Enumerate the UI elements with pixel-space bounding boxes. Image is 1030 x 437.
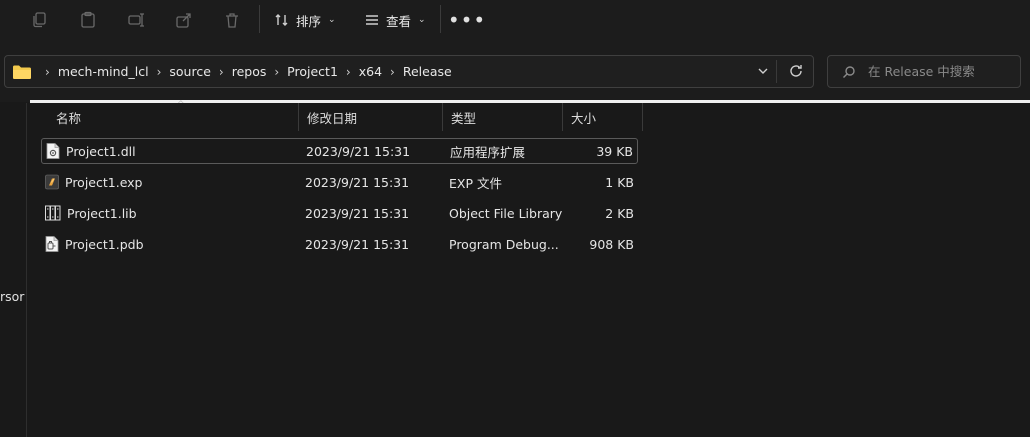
toolbar-divider [440, 5, 441, 33]
search-box[interactable] [827, 55, 1021, 88]
address-row: › mech-mind_lcl › source › repos › Proje… [0, 44, 1030, 102]
file-name-cell: Project1.lib [45, 200, 137, 226]
search-icon [843, 65, 855, 78]
chevron-down-icon: ⌄ [418, 15, 426, 25]
sort-icon [275, 14, 288, 26]
breadcrumb-item[interactable]: source [169, 64, 211, 79]
file-size: 2 KB [605, 205, 634, 221]
table-row[interactable]: Project1.exp 2023/9/21 15:31 EXP 文件 1 KB [41, 169, 638, 195]
view-icon [366, 15, 378, 25]
navigation-pane[interactable]: rsor [0, 103, 27, 437]
nav-item-partial[interactable]: rsor [0, 289, 24, 304]
delete-icon[interactable] [217, 6, 247, 34]
command-bar: 排序 ⌄ 查看 ⌄ ••• [0, 0, 1030, 44]
file-type: Object File Library [449, 205, 563, 221]
file-name-cell: Project1.pdb [45, 231, 144, 257]
paste-icon[interactable] [73, 6, 103, 34]
exp-file-icon [45, 174, 59, 190]
search-input[interactable] [866, 63, 1020, 80]
table-row[interactable]: Project1.pdb 2023/9/21 15:31 Program Deb… [41, 231, 638, 257]
copy-icon[interactable] [25, 6, 55, 34]
column-header-name[interactable]: 名称 ^ [47, 100, 298, 131]
chevron-right-icon[interactable]: › [274, 65, 279, 79]
file-type: EXP 文件 [449, 175, 502, 191]
column-header-size[interactable]: 大小 [562, 103, 642, 131]
address-divider [776, 60, 777, 83]
chevron-right-icon[interactable]: › [346, 65, 351, 79]
sort-button[interactable]: 排序 ⌄ [274, 6, 336, 34]
column-header-date-label: 修改日期 [307, 110, 358, 126]
address-bar[interactable]: › mech-mind_lcl › source › repos › Proje… [4, 55, 814, 88]
share-icon[interactable] [169, 6, 199, 34]
file-name: Project1.exp [65, 174, 143, 190]
chevron-right-icon[interactable]: › [390, 65, 395, 79]
column-header-name-label: 名称 [56, 110, 82, 126]
file-name: Project1.pdb [65, 236, 144, 252]
breadcrumb-item[interactable]: x64 [359, 64, 382, 79]
recent-locations-chevron-icon[interactable] [755, 63, 773, 81]
breadcrumb-item[interactable]: Project1 [287, 64, 338, 79]
file-date: 2023/9/21 15:31 [305, 205, 410, 221]
file-name-cell: Project1.dll [46, 139, 136, 163]
file-size: 39 KB [596, 143, 633, 159]
dll-file-icon [46, 143, 60, 159]
file-date: 2023/9/21 15:31 [305, 236, 410, 252]
pdb-file-icon [45, 236, 59, 252]
column-header-type-label: 类型 [451, 110, 477, 126]
sort-label: 排序 [296, 13, 322, 29]
folder-icon [13, 65, 31, 79]
chevron-right-icon[interactable]: › [45, 65, 50, 79]
column-header-date[interactable]: 修改日期 [298, 103, 442, 131]
breadcrumb: › mech-mind_lcl › source › repos › Proje… [13, 56, 452, 87]
toolbar-divider [259, 5, 260, 33]
file-date: 2023/9/21 15:31 [306, 143, 411, 159]
file-name: Project1.dll [66, 143, 136, 159]
rename-icon[interactable] [121, 6, 151, 34]
file-size: 908 KB [589, 236, 634, 252]
chevron-right-icon[interactable]: › [219, 65, 224, 79]
file-type: Program Debug... [449, 236, 559, 252]
chevron-down-icon: ⌄ [328, 15, 336, 25]
file-date: 2023/9/21 15:31 [305, 174, 410, 190]
breadcrumb-item[interactable]: mech-mind_lcl [58, 64, 149, 79]
column-header-type[interactable]: 类型 [442, 103, 562, 131]
lib-file-icon [45, 205, 61, 221]
file-name-cell: Project1.exp [45, 169, 143, 195]
column-divider[interactable] [642, 103, 643, 131]
more-options-button[interactable]: ••• [448, 6, 485, 34]
view-button[interactable]: 查看 ⌄ [364, 6, 426, 34]
file-type: 应用程序扩展 [450, 144, 526, 160]
sort-ascending-icon: ^ [177, 100, 185, 110]
refresh-icon[interactable] [788, 63, 806, 81]
breadcrumb-item-current[interactable]: Release [403, 64, 452, 79]
view-label: 查看 [386, 13, 412, 29]
column-header-size-label: 大小 [571, 110, 597, 126]
chevron-right-icon[interactable]: › [157, 65, 162, 79]
file-name: Project1.lib [67, 205, 137, 221]
table-row[interactable]: Project1.lib 2023/9/21 15:31 Object File… [41, 200, 638, 226]
file-size: 1 KB [605, 174, 634, 190]
table-row[interactable]: Project1.dll 2023/9/21 15:31 应用程序扩展 39 K… [41, 138, 638, 164]
breadcrumb-item[interactable]: repos [232, 64, 267, 79]
